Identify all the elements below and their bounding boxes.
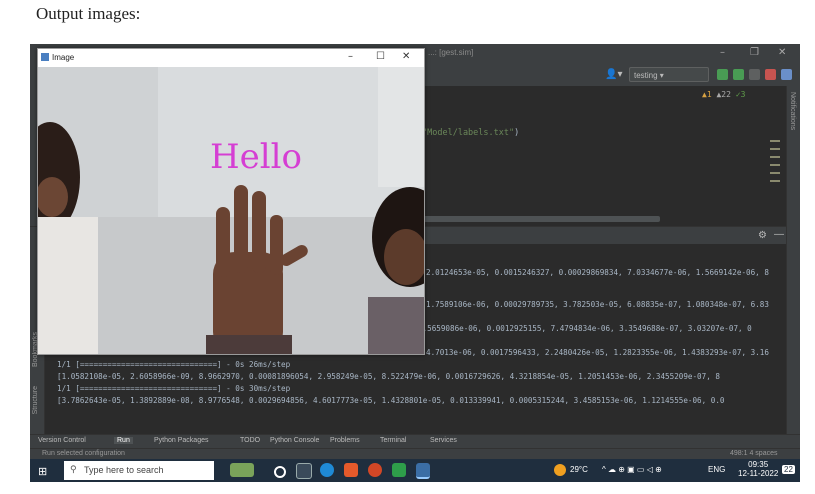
language-indicator[interactable]: ENG bbox=[708, 465, 725, 474]
close-icon[interactable]: ✕ bbox=[402, 51, 410, 62]
gear-icon[interactable]: ⚙ bbox=[758, 230, 767, 241]
windows-taskbar: ⊞ ⚲ Type here to search 29°C ^ ☁ ⊕ ▣ ▭ ◁… bbox=[30, 459, 800, 482]
console-line: [3.7862643e-05, 1.3892889e-08, 8.9776548… bbox=[57, 396, 725, 405]
debug-icon[interactable] bbox=[733, 69, 744, 80]
console-line: [1.0582108e-05, 2.6058966e-09, 8.9662970… bbox=[57, 372, 720, 381]
console-line: 2.0124653e-05, 0.0015246327, 0.000298698… bbox=[426, 268, 769, 277]
console-line: 4.7013e-06, 0.0017596433, 2.2480426e-05,… bbox=[426, 348, 769, 357]
weak-warning-count: ▲22 bbox=[716, 90, 731, 99]
structure-label[interactable]: Structure bbox=[32, 386, 39, 414]
tab-run[interactable]: Run bbox=[114, 437, 133, 444]
edge-icon[interactable] bbox=[320, 463, 334, 477]
news-widget-icon[interactable] bbox=[230, 463, 254, 477]
clock[interactable]: 09:35 12-11-2022 bbox=[738, 460, 778, 478]
warning-count: ▲1 bbox=[702, 90, 712, 99]
notification-badge[interactable]: 22 bbox=[782, 465, 795, 474]
run-config-label: testing bbox=[634, 71, 658, 80]
app-icon bbox=[41, 53, 49, 61]
powerpoint-icon[interactable] bbox=[368, 463, 382, 477]
close-icon[interactable]: ✕ bbox=[778, 47, 786, 58]
typo-count: ✓3 bbox=[735, 90, 746, 99]
weather-icon bbox=[554, 464, 566, 476]
overlay-text: Hello bbox=[210, 137, 302, 177]
search-placeholder: Type here to search bbox=[84, 465, 164, 475]
image-window[interactable]: Image – ☐ ✕ Hello bbox=[37, 48, 425, 355]
tab-services[interactable]: Services bbox=[430, 437, 457, 444]
project-title: ...: [gest.sim] bbox=[428, 48, 474, 57]
minimize-icon[interactable]: – bbox=[348, 51, 353, 62]
camera-image bbox=[38, 67, 424, 354]
tab-problems[interactable]: Problems bbox=[330, 437, 360, 444]
code-string: "Model/labels.txt" bbox=[422, 128, 515, 138]
weather-temp[interactable]: 29°C bbox=[570, 465, 588, 474]
screenshot: ...: [gest.sim] – ❐ ✕ 👤▾ testing ▾ ▲1 ▲2… bbox=[30, 44, 800, 482]
console-line: 1.7589106e-06, 0.00029789735, 3.782503e-… bbox=[426, 300, 769, 309]
doc-title: Output images: bbox=[36, 4, 141, 23]
stop-icon[interactable] bbox=[765, 69, 776, 80]
pycharm-icon[interactable] bbox=[392, 463, 406, 477]
tray-icons[interactable]: ^ ☁ ⊕ ▣ ▭ ◁ ⊕ bbox=[602, 465, 662, 474]
notifications-label[interactable]: Notifications bbox=[789, 92, 796, 130]
inspection-widget[interactable]: ▲1 ▲22 ✓3 bbox=[702, 90, 745, 99]
python-icon[interactable] bbox=[416, 463, 430, 479]
windows-start-icon[interactable]: ⊞ bbox=[38, 465, 47, 478]
taskbar-search-box[interactable]: ⚲ Type here to search bbox=[64, 461, 214, 480]
task-view-icon[interactable] bbox=[296, 463, 312, 479]
tab-terminal[interactable]: Terminal bbox=[380, 437, 406, 444]
caret-position[interactable]: 498:1 4 spaces bbox=[730, 450, 777, 457]
tab-python-packages[interactable]: Python Packages bbox=[154, 437, 208, 444]
search-everywhere-icon[interactable] bbox=[781, 69, 792, 80]
user-icon[interactable]: 👤▾ bbox=[605, 69, 622, 80]
minimize-icon[interactable]: – bbox=[720, 47, 725, 58]
brave-icon[interactable] bbox=[344, 463, 358, 477]
restore-icon[interactable]: ❐ bbox=[750, 47, 759, 58]
console-line: 3.5659086e-06, 0.0012925155, 7.4794834e-… bbox=[418, 324, 752, 333]
maximize-icon[interactable]: ☐ bbox=[376, 51, 385, 62]
image-window-titlebar[interactable]: Image – ☐ ✕ bbox=[38, 49, 424, 67]
console-line: 1/1 [==============================] - 0… bbox=[57, 384, 291, 393]
camera-frame: Hello bbox=[38, 67, 424, 354]
code-paren: ) bbox=[514, 128, 520, 138]
scrollbar-markers bbox=[770, 134, 780, 214]
clock-date: 12-11-2022 bbox=[738, 469, 779, 478]
console-line: 1/1 [==============================] - 0… bbox=[57, 360, 291, 369]
run-icon[interactable] bbox=[717, 69, 728, 80]
clock-time: 09:35 bbox=[748, 460, 769, 469]
coverage-icon[interactable] bbox=[749, 69, 760, 80]
tab-version-control[interactable]: Version Control bbox=[38, 437, 86, 444]
run-config-select[interactable]: testing ▾ bbox=[629, 67, 709, 82]
search-icon: ⚲ bbox=[70, 465, 77, 475]
bottom-tool-tabs: Version Control Run Python Packages TODO… bbox=[30, 434, 800, 449]
horizontal-scrollbar[interactable] bbox=[422, 216, 660, 222]
tab-python-console[interactable]: Python Console bbox=[270, 437, 319, 444]
status-message: Run selected configuration bbox=[42, 450, 125, 457]
hide-icon[interactable]: — bbox=[774, 229, 784, 240]
code-line: "Model/labels.txt") bbox=[422, 128, 519, 138]
image-window-title: Image bbox=[52, 53, 75, 62]
right-tool-strip: Notifications bbox=[786, 86, 800, 436]
cortana-icon[interactable] bbox=[274, 466, 286, 478]
tab-todo[interactable]: TODO bbox=[240, 437, 260, 444]
